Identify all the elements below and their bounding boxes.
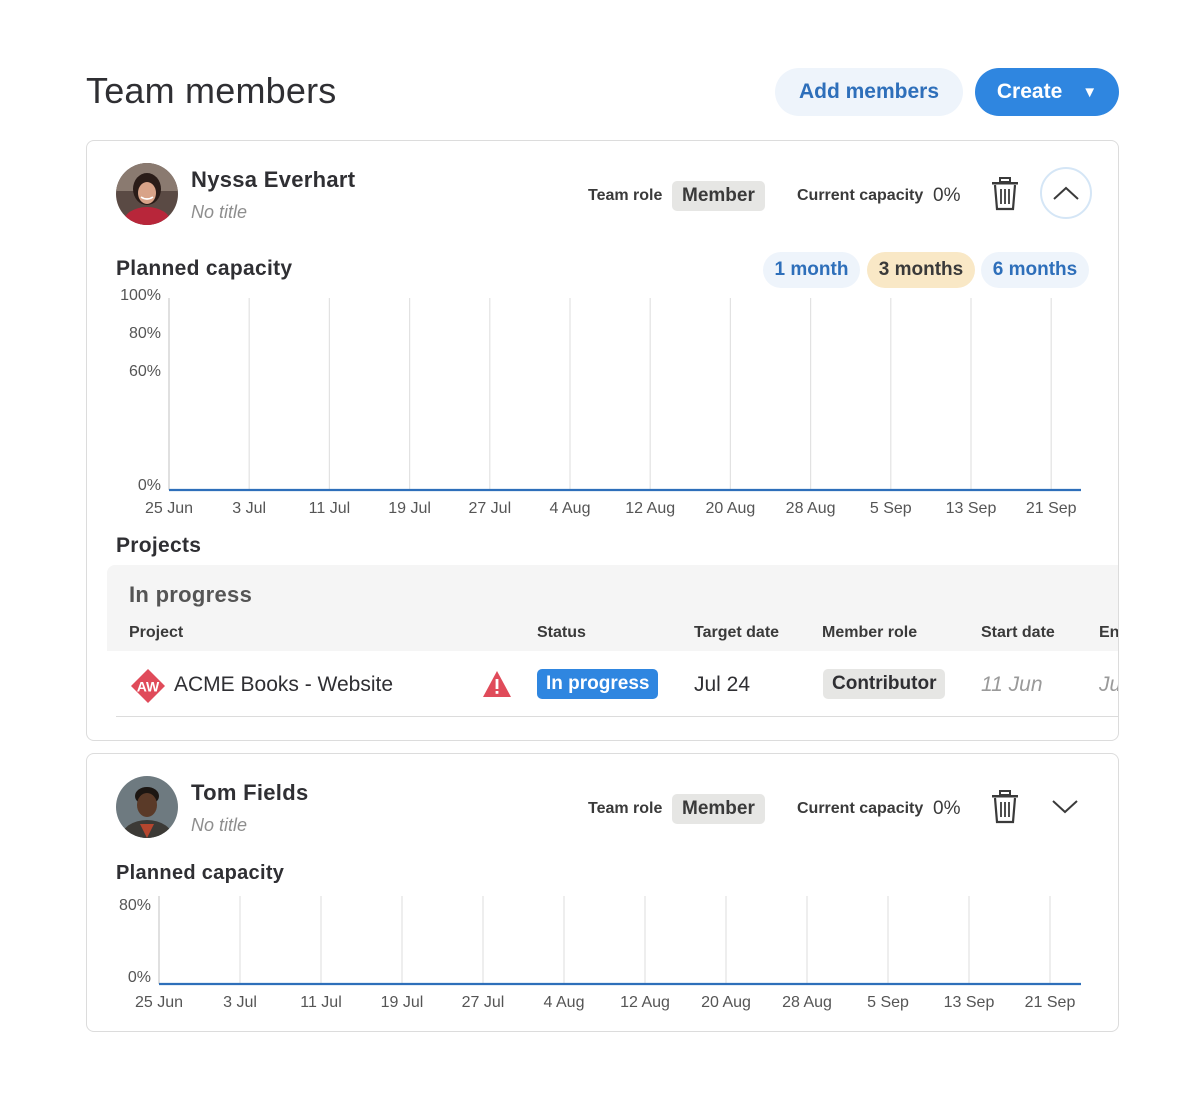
- x-tick-label: 19 Jul: [381, 994, 424, 1011]
- avatar: [116, 163, 178, 225]
- current-capacity-value: 0%: [933, 185, 961, 206]
- planned-capacity-title: Planned capacity: [116, 862, 285, 884]
- page-title: Team members: [86, 70, 337, 111]
- x-tick-label: 25 Jun: [145, 500, 193, 517]
- team-role-badge[interactable]: Member: [672, 181, 765, 211]
- table-row[interactable]: AW ACME Books - Website In progress Jul …: [116, 653, 1119, 717]
- current-capacity-value: 0%: [933, 798, 961, 819]
- start-date: 11 Jun: [981, 673, 1043, 696]
- y-tick-label: 80%: [129, 325, 161, 342]
- x-tick-label: 5 Sep: [870, 500, 912, 517]
- column-header-project[interactable]: Project: [129, 624, 183, 642]
- member-card: Tom Fields No title Team role Member Cur…: [86, 753, 1119, 1032]
- column-header-status[interactable]: Status: [537, 624, 586, 642]
- planned-capacity-title: Planned capacity: [116, 257, 293, 280]
- add-members-button[interactable]: Add members: [775, 68, 963, 116]
- status-badge: In progress: [537, 669, 659, 699]
- x-tick-label: 4 Aug: [550, 500, 591, 517]
- project-name-link[interactable]: ACME Books - Website: [174, 673, 393, 697]
- x-tick-label: 25 Jun: [135, 994, 183, 1011]
- column-header-start-date[interactable]: Start date: [981, 624, 1055, 642]
- caret-down-icon: ▼: [1082, 83, 1098, 101]
- current-capacity-label: Current capacity: [797, 800, 924, 817]
- team-role-label: Team role: [588, 800, 663, 817]
- x-tick-label: 28 Aug: [786, 500, 836, 517]
- y-tick-label: 100%: [120, 287, 161, 304]
- y-tick-label: 60%: [129, 363, 161, 380]
- y-tick-label: 80%: [119, 897, 151, 914]
- project-icon-initials: AW: [137, 679, 160, 695]
- x-tick-label: 20 Aug: [701, 994, 751, 1011]
- avatar: [116, 776, 178, 838]
- trash-icon[interactable]: [990, 790, 1020, 824]
- range-6-months-button[interactable]: 6 months: [981, 252, 1089, 288]
- project-icon: AW: [130, 668, 166, 704]
- x-tick-label: 11 Jul: [309, 500, 351, 517]
- column-header-end-date[interactable]: En: [1099, 624, 1118, 642]
- range-1-month-button[interactable]: 1 month: [763, 252, 860, 288]
- projects-group-header: In progress Project Status Target date M…: [107, 565, 1118, 651]
- planned-capacity-chart: 100% 80% 60% 0% 25 Jun 3 Jul 11 Jul 19 Jul 27 Ju…: [120, 287, 1081, 517]
- x-tick-label: 3 Jul: [223, 994, 257, 1011]
- current-capacity-label: Current capacity: [797, 187, 924, 204]
- member-name: Tom Fields: [191, 780, 309, 805]
- x-tick-label: 3 Jul: [232, 500, 266, 517]
- column-header-member-role[interactable]: Member role: [822, 624, 917, 642]
- member-title: No title: [191, 202, 248, 222]
- x-tick-label: 11 Jul: [300, 994, 342, 1011]
- member-title: No title: [191, 815, 248, 835]
- create-button-label: Create: [996, 80, 1063, 103]
- projects-group-title: In progress: [129, 582, 253, 607]
- y-tick-label: 0%: [128, 969, 151, 986]
- planned-capacity-chart: 80% 0% 25 Jun 3 Jul 11 Jul 19 Jul 27 Jul 4 Aug 1…: [119, 896, 1081, 1011]
- trash-icon[interactable]: [990, 177, 1020, 211]
- target-date: Jul 24: [694, 673, 751, 696]
- x-tick-label: 13 Sep: [944, 994, 995, 1011]
- chevron-up-icon[interactable]: [1040, 167, 1092, 219]
- x-tick-label: 19 Jul: [388, 500, 431, 517]
- warning-icon: [482, 670, 512, 698]
- range-3-months-button[interactable]: 3 months: [867, 252, 975, 288]
- x-tick-label: 13 Sep: [946, 500, 997, 517]
- member-name: Nyssa Everhart: [191, 167, 356, 192]
- end-date: Ju: [1099, 673, 1119, 696]
- x-tick-label: 5 Sep: [867, 994, 909, 1011]
- y-tick-label: 0%: [138, 477, 161, 494]
- team-role-badge[interactable]: Member: [672, 794, 765, 824]
- chevron-down-icon[interactable]: [1047, 792, 1083, 822]
- x-tick-label: 27 Jul: [468, 500, 511, 517]
- team-role-label: Team role: [588, 187, 663, 204]
- member-card: Nyssa Everhart No title Team role Member…: [86, 140, 1119, 741]
- x-tick-label: 20 Aug: [705, 500, 755, 517]
- x-tick-label: 28 Aug: [782, 994, 832, 1011]
- x-tick-label: 21 Sep: [1026, 500, 1077, 517]
- x-tick-label: 12 Aug: [625, 500, 675, 517]
- x-tick-label: 4 Aug: [544, 994, 585, 1011]
- projects-title: Projects: [116, 534, 202, 557]
- x-tick-label: 21 Sep: [1025, 994, 1076, 1011]
- member-role-badge: Contributor: [823, 669, 946, 699]
- column-header-target-date[interactable]: Target date: [694, 624, 779, 642]
- x-tick-label: 27 Jul: [462, 994, 505, 1011]
- create-button[interactable]: Create ▼: [975, 68, 1119, 116]
- x-tick-label: 12 Aug: [620, 994, 670, 1011]
